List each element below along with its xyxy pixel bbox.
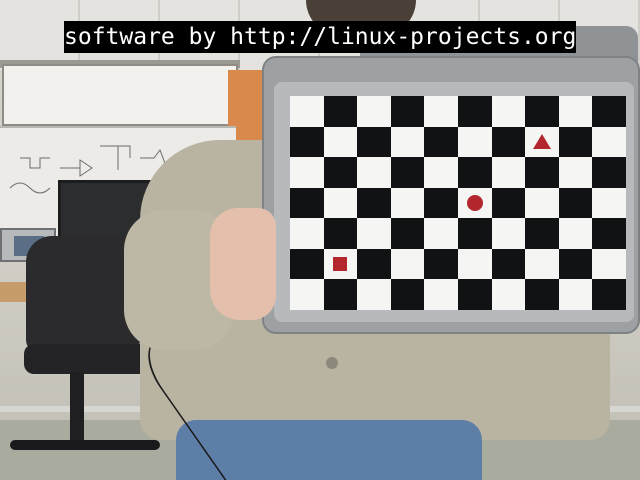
checker-cell <box>558 279 593 310</box>
checker-cell <box>525 157 559 188</box>
checker-cell <box>290 126 324 158</box>
checker-cell <box>592 96 626 127</box>
office-chair-post <box>70 372 84 442</box>
red-square-marker <box>333 257 348 272</box>
checker-cell <box>290 96 324 127</box>
checker-cell <box>424 126 458 158</box>
checker-cell <box>592 126 626 158</box>
checker-cell <box>357 218 391 249</box>
checker-cell <box>323 279 358 310</box>
checker-cell <box>457 96 492 127</box>
checker-cell <box>558 187 593 219</box>
checker-cell <box>390 157 425 188</box>
checker-cell <box>390 279 425 310</box>
checker-cell <box>424 96 458 127</box>
checker-cell <box>357 248 391 280</box>
checker-cell <box>390 218 425 249</box>
checker-cell <box>525 96 559 127</box>
checker-cell <box>424 218 458 249</box>
checker-cell <box>357 279 391 310</box>
checker-cell <box>491 96 526 127</box>
office-chair-back <box>26 236 140 352</box>
software-credit-caption: software by http://linux-projects.org <box>64 21 576 53</box>
checker-cell <box>424 248 458 280</box>
checkerboard <box>290 96 626 310</box>
checker-cell <box>323 187 358 219</box>
checker-cell <box>592 218 626 249</box>
checker-cell <box>558 96 593 127</box>
checker-cell <box>390 126 425 158</box>
checker-cell <box>457 279 492 310</box>
checker-cell <box>357 187 391 219</box>
checker-cell <box>290 279 324 310</box>
checker-cell <box>357 126 391 158</box>
checker-cell <box>424 187 458 219</box>
checker-cell <box>525 248 559 280</box>
checker-cell <box>558 218 593 249</box>
checker-cell <box>457 218 492 249</box>
checker-cell <box>558 248 593 280</box>
checker-cell <box>290 157 324 188</box>
checker-cell <box>390 248 425 280</box>
checker-cell <box>592 187 626 219</box>
checker-cell <box>457 157 492 188</box>
checker-cell <box>424 157 458 188</box>
checker-cell <box>290 248 324 280</box>
red-circle-marker <box>466 195 483 211</box>
checker-cell <box>323 96 358 127</box>
checker-cell <box>491 248 526 280</box>
checker-cell <box>592 279 626 310</box>
checker-cell <box>558 126 593 158</box>
checker-cell <box>491 187 526 219</box>
checker-cell <box>558 157 593 188</box>
checker-cell <box>323 218 358 249</box>
checker-cell <box>525 218 559 249</box>
shirt-button <box>326 357 338 369</box>
checker-cell <box>491 218 526 249</box>
checker-cell <box>323 126 358 158</box>
checker-cell <box>592 157 626 188</box>
checker-cell <box>457 126 492 158</box>
checker-cell <box>357 96 391 127</box>
person-left-hand <box>210 208 276 320</box>
checker-cell <box>424 279 458 310</box>
checker-cell <box>290 187 324 219</box>
checker-cell <box>491 157 526 188</box>
checker-cell <box>390 187 425 219</box>
checker-cell <box>323 157 358 188</box>
checker-cell <box>491 126 526 158</box>
checker-cell <box>390 96 425 127</box>
checker-cell <box>357 157 391 188</box>
checker-cell <box>592 248 626 280</box>
camera-frame: software by http://linux-projects.org <box>0 0 640 480</box>
checker-cell <box>525 279 559 310</box>
checker-cell <box>457 248 492 280</box>
office-chair-base <box>10 440 160 450</box>
projector-screen <box>2 64 238 126</box>
red-triangle-marker <box>533 133 551 149</box>
checker-cell <box>491 279 526 310</box>
checker-cell <box>525 187 559 219</box>
checker-cell <box>290 218 324 249</box>
